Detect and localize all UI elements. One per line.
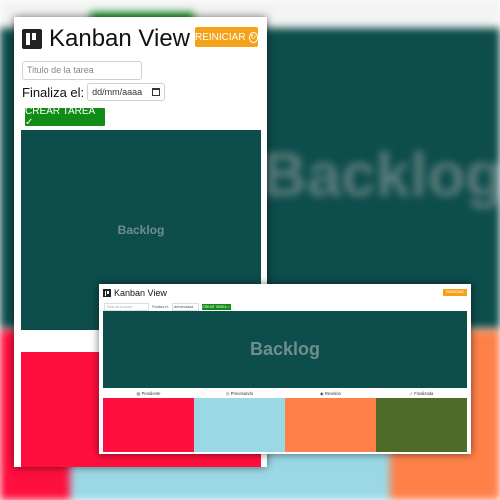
desktop-status-columns: ▤ Pendiente ◷ Procesando ◉ Revisión ✓ Fi…: [103, 390, 467, 452]
backlog-label: Backlog: [117, 223, 165, 237]
task-title-input[interactable]: Titulo de la tarea: [22, 61, 142, 80]
column-revision: ◉ Revisión: [285, 390, 376, 452]
create-task-button[interactable]: CREAR TAREA ✓: [25, 106, 105, 128]
desktop-due-date-input[interactable]: dd/mm/aaaa: [171, 303, 199, 311]
desktop-backlog-label: Backlog: [249, 339, 321, 359]
column-header: ◉ Revisión: [285, 390, 376, 397]
backdrop-backlog-label: Backlog: [262, 141, 500, 210]
refresh-icon: ↻: [248, 31, 258, 43]
due-date-placeholder: dd/mm/aaaa: [92, 87, 143, 97]
column-header: ◷ Procesando: [194, 390, 285, 397]
column-label: Revisión: [324, 391, 341, 396]
desktop-reset-button[interactable]: REINICIAR: [443, 289, 467, 296]
kanban-logo-icon: [22, 29, 42, 49]
desktop-due-date-label: Finaliza el:: [152, 305, 169, 309]
column-body: [376, 398, 467, 452]
column-pendiente: ▤ Pendiente: [103, 390, 194, 452]
due-date-label: Finaliza el:: [22, 84, 85, 100]
due-date-input[interactable]: dd/mm/aaaa: [87, 83, 166, 101]
column-header: ▤ Pendiente: [103, 390, 194, 397]
app-title: Kanban View: [49, 25, 190, 52]
kanban-logo-icon: [103, 289, 111, 297]
column-procesando: ◷ Procesando: [194, 390, 285, 452]
reset-label: REINICIAR: [195, 31, 246, 43]
app-header: Kanban View: [22, 25, 190, 53]
desktop-view: Kanban View REINICIAR Titulo de la tarea…: [99, 284, 471, 454]
desktop-create-task-button[interactable]: CREAR TAREA ✓: [201, 304, 231, 310]
column-label: Procesando: [230, 391, 254, 396]
desktop-task-form: Titulo de la tarea Finaliza el: dd/mm/aa…: [104, 303, 231, 311]
column-body: [103, 398, 194, 452]
column-label: Finalizada: [414, 391, 434, 396]
column-body: [285, 398, 376, 452]
desktop-header: Kanban View: [103, 288, 167, 298]
desktop-title: Kanban View: [114, 288, 167, 298]
desktop-task-title-input[interactable]: Titulo de la tarea: [104, 303, 149, 311]
column-finalizada: ✓ Finalizada: [376, 390, 467, 452]
calendar-icon[interactable]: [152, 88, 161, 96]
desktop-backlog-column: Backlog: [103, 311, 467, 388]
column-label: Pendiente: [141, 391, 161, 396]
reset-button[interactable]: REINICIAR ↻: [195, 27, 258, 47]
column-body: [194, 398, 285, 452]
column-header: ✓ Finalizada: [376, 390, 467, 397]
create-task-label: CREAR TAREA ✓: [25, 106, 95, 128]
due-date-row: Finaliza el: dd/mm/aaaa: [22, 83, 166, 101]
